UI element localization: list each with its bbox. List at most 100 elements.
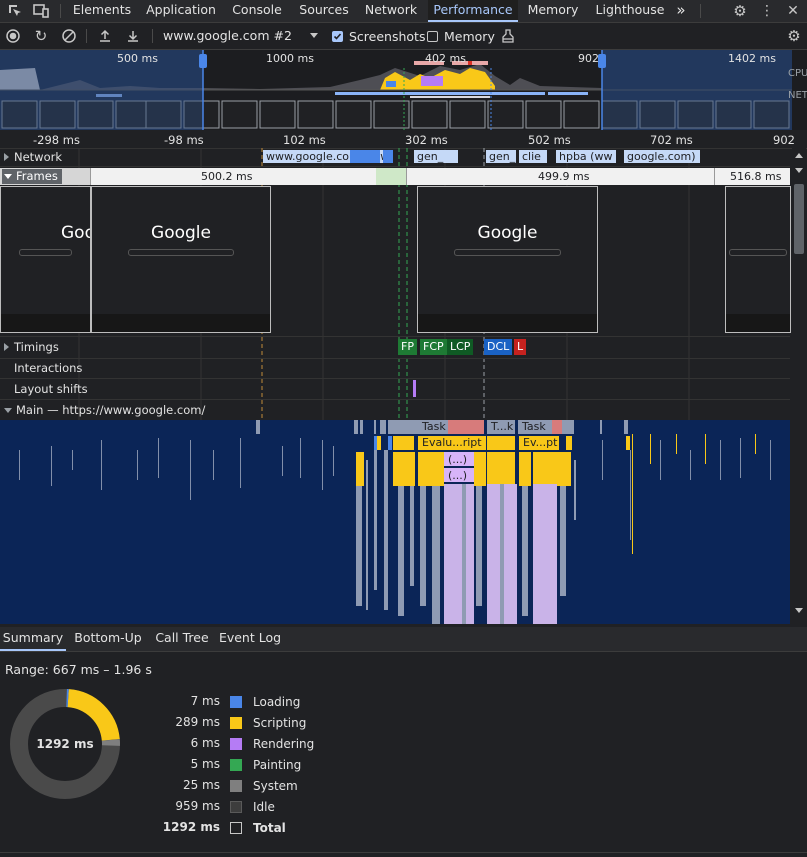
profile-select[interactable]: www.google.com #2 bbox=[160, 26, 320, 46]
download-profile-icon[interactable] bbox=[124, 27, 142, 45]
frame-screenshot[interactable]: Google bbox=[417, 186, 598, 333]
network-request[interactable]: gen_ bbox=[414, 150, 458, 163]
tracks-scrollbar[interactable] bbox=[792, 148, 806, 624]
clear-icon[interactable] bbox=[60, 27, 78, 45]
timeline-overview[interactable]: 500 ms 1000 ms 402 ms 902 1402 ms CPU NE… bbox=[0, 50, 807, 130]
frame-screenshot[interactable]: Google bbox=[91, 186, 271, 333]
inspect-element-icon[interactable] bbox=[6, 2, 24, 20]
tab-memory[interactable]: Memory bbox=[524, 0, 582, 22]
network-request-bar[interactable] bbox=[350, 150, 380, 163]
record-icon[interactable] bbox=[4, 27, 22, 45]
flame-block-anonymous[interactable]: (...) bbox=[444, 453, 474, 467]
overview-selection-duration: 402 ms bbox=[425, 52, 466, 65]
network-request-bar[interactable] bbox=[383, 150, 393, 163]
more-tabs-icon[interactable]: » bbox=[672, 0, 690, 22]
flame-block-task[interactable]: Task bbox=[518, 420, 552, 434]
main-track-label: Main — https://www.google.com/ bbox=[16, 403, 206, 417]
frame-duration: 516.8 ms bbox=[730, 170, 782, 183]
scroll-up-icon[interactable] bbox=[795, 153, 803, 158]
tab-lighthouse[interactable]: Lighthouse bbox=[592, 0, 668, 22]
devtools-tab-bar: Elements Application Console Sources Net… bbox=[0, 0, 807, 23]
garbage-collect-icon[interactable] bbox=[499, 27, 517, 45]
frame-screenshot[interactable]: Google bbox=[0, 186, 91, 333]
memory-checkbox[interactable] bbox=[427, 31, 438, 42]
summary-value: 25 ms bbox=[182, 778, 220, 792]
timing-marker-dcl[interactable]: DCL bbox=[484, 339, 513, 355]
layout-shifts-track-label[interactable]: Layout shifts bbox=[14, 382, 88, 396]
timing-marker-load[interactable]: L bbox=[514, 339, 527, 355]
flame-block-anonymous[interactable]: (...) bbox=[444, 469, 474, 483]
summary-range: Range: 667 ms – 1.96 s bbox=[5, 662, 152, 677]
flame-block-evaluate-script[interactable]: Ev...pt bbox=[519, 436, 559, 450]
tab-summary[interactable]: Summary bbox=[0, 627, 66, 651]
capture-settings-gear-icon[interactable]: ⚙ bbox=[784, 26, 804, 46]
tab-performance[interactable]: Performance bbox=[428, 0, 518, 22]
summary-value: 959 ms bbox=[175, 799, 220, 813]
more-options-icon[interactable]: ⋮ bbox=[760, 1, 774, 21]
summary-value: 289 ms bbox=[175, 715, 220, 729]
main-track-header[interactable]: Main — https://www.google.com/ bbox=[4, 403, 205, 417]
summary-row-total: 1292 ms Total bbox=[160, 820, 320, 838]
flame-block-task[interactable]: T...k bbox=[487, 420, 515, 434]
flame-block-task[interactable]: Task bbox=[418, 420, 448, 434]
summary-total-value: 1292 ms bbox=[162, 820, 220, 834]
frame-screenshot[interactable] bbox=[725, 186, 791, 333]
tab-bottom-up[interactable]: Bottom-Up bbox=[72, 627, 144, 651]
settings-gear-icon[interactable]: ⚙ bbox=[730, 1, 750, 21]
tab-elements[interactable]: Elements bbox=[68, 0, 136, 22]
upload-profile-icon[interactable] bbox=[96, 27, 114, 45]
frame-duration: 500.2 ms bbox=[201, 170, 253, 183]
summary-label: Painting bbox=[253, 758, 302, 772]
net-label: NET bbox=[788, 90, 807, 101]
frame-duration: 499.9 ms bbox=[538, 170, 590, 183]
tab-console[interactable]: Console bbox=[228, 0, 286, 22]
frames-track-header[interactable]: Frames bbox=[2, 169, 62, 184]
screenshot-logo: Google bbox=[151, 223, 211, 243]
scroll-down-icon[interactable] bbox=[795, 608, 803, 613]
total-swatch bbox=[230, 822, 242, 834]
interactions-track-label[interactable]: Interactions bbox=[14, 361, 82, 375]
network-track-label: Network bbox=[14, 150, 63, 164]
screenshot-logo: Google bbox=[61, 223, 90, 243]
layout-shift-marker[interactable] bbox=[413, 380, 416, 397]
main-thread-flamechart[interactable]: Task Evalu...ript (...) (...) T...k Ev..… bbox=[0, 420, 790, 624]
summary-row-idle: 959 ms Idle bbox=[160, 799, 320, 817]
timings-track-header[interactable]: Timings bbox=[4, 340, 59, 354]
frames-track[interactable]: 500.2 ms 499.9 ms 516.8 ms bbox=[0, 168, 790, 185]
tab-network[interactable]: Network bbox=[362, 0, 420, 22]
summary-row-painting: 5 ms Painting bbox=[160, 757, 320, 775]
collapse-arrow-icon bbox=[4, 408, 12, 413]
reload-record-icon[interactable]: ↻ bbox=[32, 27, 50, 45]
tab-event-log[interactable]: Event Log bbox=[218, 627, 282, 651]
network-request[interactable]: hpba (ww bbox=[556, 150, 616, 163]
timing-marker-fp[interactable]: FP bbox=[398, 339, 417, 355]
close-devtools-icon[interactable]: ✕ bbox=[784, 1, 802, 21]
summary-label: Idle bbox=[253, 800, 275, 814]
screenshots-checkbox[interactable] bbox=[332, 31, 343, 42]
tab-application[interactable]: Application bbox=[142, 0, 220, 22]
timing-marker-fcp[interactable]: FCP bbox=[420, 339, 447, 355]
summary-row-rendering: 6 ms Rendering bbox=[160, 736, 320, 754]
scripting-swatch bbox=[230, 717, 242, 729]
scroll-down-icon[interactable] bbox=[795, 168, 803, 173]
tab-call-tree[interactable]: Call Tree bbox=[152, 627, 212, 651]
donut-total-label: 1292 ms bbox=[36, 737, 94, 751]
network-track-header[interactable]: Network bbox=[4, 150, 62, 164]
network-request[interactable]: clie bbox=[519, 150, 547, 163]
overview-tick-1402: 1402 ms bbox=[728, 52, 776, 65]
flame-block-evaluate-script[interactable]: Evalu...ript bbox=[418, 436, 486, 450]
rendering-swatch bbox=[230, 738, 242, 750]
network-request[interactable]: google.com) bbox=[624, 150, 700, 163]
ruler-tick: 702 ms bbox=[650, 133, 693, 147]
overview-tick-1000: 1000 ms bbox=[266, 52, 314, 65]
summary-row-system: 25 ms System bbox=[160, 778, 320, 796]
summary-label: Loading bbox=[253, 695, 301, 709]
summary-label: Rendering bbox=[253, 737, 315, 751]
tab-sources[interactable]: Sources bbox=[294, 0, 354, 22]
timing-marker-lcp[interactable]: LCP bbox=[447, 339, 474, 355]
scrollbar-thumb[interactable] bbox=[794, 184, 804, 254]
timings-track-label: Timings bbox=[14, 340, 59, 354]
device-toolbar-icon[interactable] bbox=[32, 2, 50, 20]
expand-arrow-icon bbox=[4, 343, 9, 351]
network-request[interactable]: gen_ bbox=[486, 150, 516, 163]
